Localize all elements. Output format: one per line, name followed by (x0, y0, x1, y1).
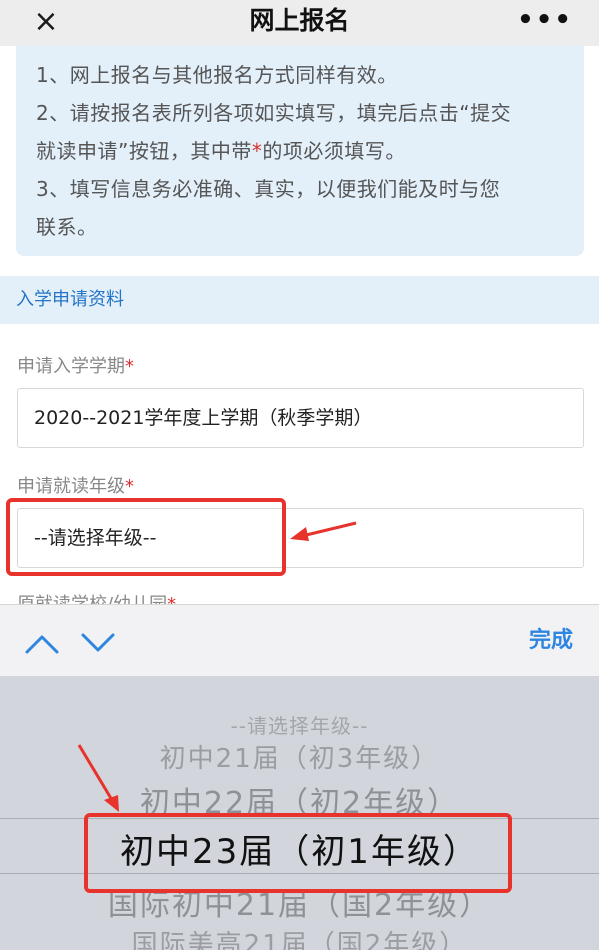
required-star: * (251, 139, 263, 163)
notice-line: 1、网上报名与其他报名方式同样有效。 (36, 63, 398, 87)
picker-option-selected[interactable]: 初中23届（初1年级） (0, 824, 599, 873)
page-title: 网上报名 (249, 6, 350, 35)
picker-toolbar: 完成 (0, 604, 599, 676)
registration-notice: 1、网上报名与其他报名方式同样有效。 2、请按报名表所列各项如实填写，填完后点击… (16, 46, 584, 256)
term-label: 申请入学学期* (17, 356, 134, 377)
picker-option[interactable]: 初中22届（初2年级） (0, 778, 599, 822)
picker-option[interactable]: --请选择年级-- (0, 710, 599, 739)
notice-line: 就读申请”按钮，其中带*的项必须填写。 (36, 139, 406, 163)
section-header: 入学申请资料 (0, 276, 599, 324)
notice-line: 3、填写信息务必准确、真实，以便我们能及时与您 (36, 177, 501, 201)
more-options-icon[interactable]: ••• (517, 0, 573, 46)
notice-line: 2、请按报名表所列各项如实填写，填完后点击“提交 (36, 101, 512, 125)
chevron-up-icon[interactable] (24, 625, 60, 661)
picker-option[interactable]: 国际初中21届（国2年级） (0, 880, 599, 924)
chevron-down-icon[interactable] (80, 625, 116, 661)
navigation-bar: × 网上报名 ••• (0, 0, 599, 46)
done-button[interactable]: 完成 (529, 605, 573, 677)
grade-label: 申请就读年级* (17, 476, 134, 497)
grade-select[interactable]: --请选择年级-- (17, 508, 584, 568)
grade-picker-wheel[interactable]: --请选择年级-- 初中21届（初3年级） 初中22届（初2年级） 初中23届（… (0, 676, 599, 950)
notice-line: 联系。 (36, 215, 98, 239)
close-icon[interactable]: × (30, 4, 62, 40)
term-select[interactable]: 2020--2021学年度上学期（秋季学期） (17, 388, 584, 448)
picker-option[interactable]: 国际美高21届（国2年级） (0, 924, 599, 950)
picker-option[interactable]: 初中21届（初3年级） (0, 738, 599, 775)
